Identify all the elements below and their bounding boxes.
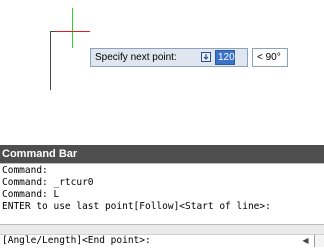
history-line: Command: _rtcur0: [2, 177, 94, 188]
command-bar: Command Bar Command: Command: _rtcur0 Co…: [0, 145, 324, 248]
history-line: ENTER to use last point[Follow]<Start of…: [2, 201, 271, 212]
angle-input[interactable]: < 90°: [252, 48, 288, 67]
history-line: Command: L: [2, 189, 60, 200]
cursor-crosshair-y: [72, 8, 73, 48]
command-input-row: [Angle/Length]<End point>: ◀: [0, 234, 324, 248]
command-bar-title[interactable]: Command Bar: [0, 145, 324, 163]
prompt-label: Specify next point:: [95, 52, 177, 63]
drawing-canvas[interactable]: Specify next point: 120 < 90°: [0, 0, 324, 145]
length-input[interactable]: 120: [215, 50, 235, 65]
history-line: Command:: [2, 165, 48, 176]
command-history: Command: Command: _rtcur0 Command: L ENT…: [0, 163, 324, 225]
command-input[interactable]: [Angle/Length]<End point>:: [2, 235, 151, 247]
horizontal-scrollbar[interactable]: [314, 235, 324, 247]
drawn-line-vertical: [50, 31, 51, 90]
keyboard-input-icon[interactable]: [201, 52, 211, 62]
scroll-left-icon[interactable]: ◀: [300, 235, 311, 247]
cursor-crosshair-x: [56, 31, 90, 32]
dynamic-input-prompt: Specify next point: 120: [90, 48, 248, 67]
